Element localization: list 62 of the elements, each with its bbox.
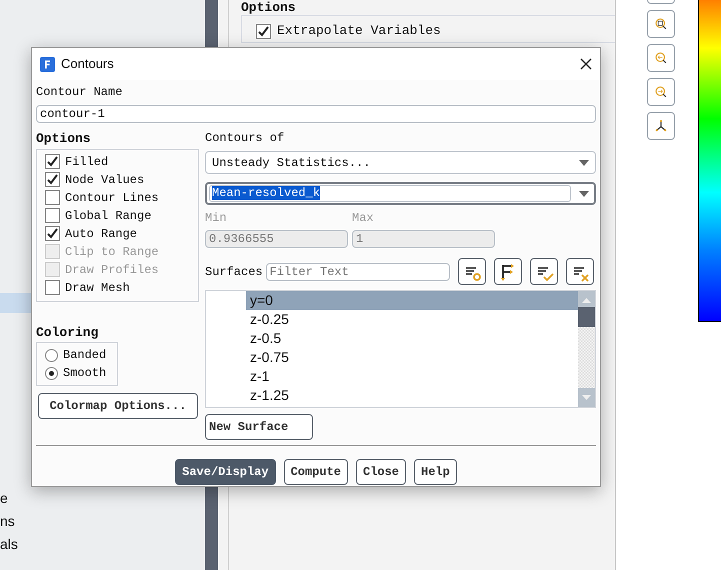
variable-dropdown[interactable]: Mean-resolved_k [205,182,596,205]
checkbox-label: Auto Range [65,226,138,242]
colormap-options-button[interactable]: Colormap Options... [38,393,198,419]
list-item[interactable]: z-1.25 [246,386,578,405]
field-label: Contour Name [36,84,124,101]
toolbar-button[interactable] [458,258,486,285]
toolbar-button[interactable] [494,258,522,285]
filter-field[interactable]: Filter Text [266,262,450,280]
sidebar-item[interactable]: als [0,533,205,556]
close-icon [580,58,592,70]
radio-button[interactable] [45,348,58,362]
checkbox-label: Contour Lines [65,190,159,206]
checkbox-label: Node Values [65,172,144,188]
list-item[interactable]: z-0.25 [246,310,578,329]
sidebar-item[interactable]: e [0,487,205,510]
dialog-button[interactable]: Save/Display [175,459,276,485]
section-title: Options [36,130,92,148]
checkbox[interactable] [256,24,271,38]
list-item[interactable]: y=0 [246,291,578,310]
caret-icon [579,190,589,196]
selected-text: Mean-resolved_k [212,186,320,200]
checkbox[interactable] [45,172,60,187]
checkbox-label: Draw Mesh [65,280,130,296]
section-title: Coloring [36,324,100,342]
toolbar-button[interactable] [530,258,558,285]
window-title: Contours [61,55,115,74]
app-icon [40,56,55,72]
checkbox-label: Filled [65,154,108,170]
field-label: Contours of [205,130,286,147]
dialog-button[interactable]: Compute [284,459,348,485]
toolbar-button[interactable] [566,258,594,285]
field-label: Max [352,210,375,227]
dialog-button[interactable]: Close [356,459,406,485]
dropdown-value: Unsteady Statistics... [212,154,370,172]
checkbox-label: Global Range [65,208,152,224]
value-field: 1 [352,230,495,248]
name-field[interactable]: contour-1 [36,105,596,123]
radio-label: Banded [63,347,106,364]
list-item[interactable]: z-0.5 [246,329,578,348]
scrollbar-thumb[interactable] [578,306,595,326]
caret-icon [579,160,589,166]
scrollbar[interactable] [578,291,595,407]
radio-button[interactable] [45,366,58,380]
list-item[interactable]: z-0.75 [246,348,578,367]
checkbox[interactable] [45,226,60,241]
checkbox[interactable] [45,280,60,295]
sidebar-item[interactable]: ns [0,510,205,533]
list-item[interactable]: z-1 [246,367,578,386]
checkbox-label: Extrapolate Variables [277,22,441,40]
field-label: Min [205,210,228,227]
section-title: Options [241,0,297,15]
value-field: 0.9366555 [205,230,348,248]
checkbox[interactable] [45,208,60,223]
dialog-button[interactable]: Help [414,459,457,485]
checkbox-label: Draw Profiles [65,262,159,278]
field-label: Surfaces [205,264,263,280]
checkbox[interactable] [45,190,60,205]
checkbox-label: Clip to Range [65,244,159,260]
checkbox[interactable] [45,154,60,169]
category-dropdown[interactable]: Unsteady Statistics... [205,151,596,174]
radio-label: Smooth [63,365,106,382]
new-surface-button[interactable]: New Surface [205,414,313,440]
